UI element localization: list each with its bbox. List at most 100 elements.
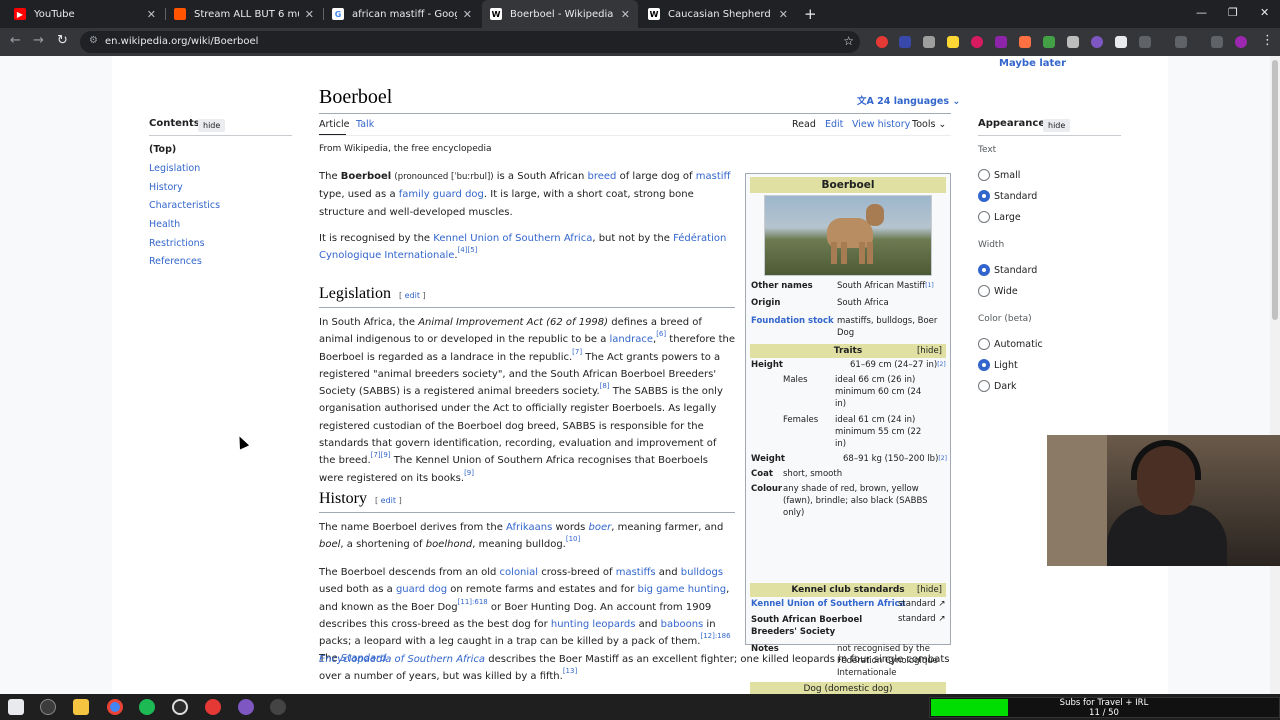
media-icon[interactable] [1211, 36, 1223, 48]
traits-band: Traits [hide] [750, 344, 946, 358]
history-paragraph-1: The name Boerboel derives from the Afrik… [319, 522, 724, 551]
page-scrollbar[interactable] [1270, 56, 1280, 694]
tab-google-search[interactable]: G african mastiff - Google Search ✕ [324, 0, 480, 28]
search-icon[interactable] [40, 699, 56, 715]
section-heading-legislation: Legislation[ edit ] [319, 285, 426, 302]
kusa-link[interactable]: Kennel Union of Southern Africa [751, 599, 905, 609]
tab-talk[interactable]: Talk [356, 119, 374, 130]
toc-item-restrictions[interactable]: Restrictions [149, 238, 205, 249]
site-info-icon[interactable]: ⚙ [89, 35, 98, 46]
menu-icon[interactable]: ⋮ [1261, 33, 1274, 48]
toc-item-top[interactable]: (Top) [149, 144, 176, 155]
extension-icon[interactable] [1019, 36, 1031, 48]
avatar[interactable] [1235, 36, 1247, 48]
app-icon[interactable] [270, 699, 286, 715]
maybe-later-link[interactable]: Maybe later [999, 58, 1066, 69]
extension-icon[interactable] [971, 36, 983, 48]
google-icon: G [332, 8, 344, 20]
maximize-icon[interactable]: ❐ [1228, 6, 1238, 19]
notes-value: not recognised by the Fédération Cynolog… [837, 644, 938, 678]
tab-view-history[interactable]: View history [852, 119, 910, 130]
toc-item-history[interactable]: History [149, 182, 183, 193]
extension-icon[interactable] [876, 36, 888, 48]
subs-goal-fill [931, 699, 1008, 716]
language-selector[interactable]: 文A 24 languages ⌄ [857, 93, 960, 107]
toc-item-references[interactable]: References [149, 256, 202, 267]
radio-width-wide[interactable] [978, 285, 990, 297]
discord-icon[interactable] [238, 699, 254, 715]
extension-icon[interactable] [923, 36, 935, 48]
radio-text-small[interactable] [978, 169, 990, 181]
minimize-icon[interactable]: — [1196, 6, 1207, 19]
close-icon[interactable]: ✕ [305, 8, 314, 21]
boerboel-photo[interactable] [764, 195, 932, 276]
forward-icon[interactable]: → [33, 33, 44, 48]
close-icon[interactable]: ✕ [463, 8, 472, 21]
external-link-icon: ↗ [938, 614, 946, 624]
reload-icon[interactable]: ↻ [57, 33, 68, 48]
radio-color-dark[interactable] [978, 380, 990, 392]
tab-read[interactable]: Read [792, 119, 816, 130]
tab-caucasian-shepherd[interactable]: W Caucasian Shepherd Dog - Wiki ✕ [640, 0, 796, 28]
browser-toolbar: ← → ↻ ⚙ en.wikipedia.org/wiki/Boerboel ☆… [0, 28, 1280, 56]
translate-icon: 文A [857, 96, 878, 107]
close-icon[interactable]: ✕ [779, 8, 788, 21]
traits-hide-button[interactable]: [hide] [917, 344, 942, 358]
radio-color-automatic[interactable] [978, 338, 990, 350]
toc-hide-button[interactable]: hide [198, 119, 226, 132]
sabbs-standard-link[interactable]: standard ↗ [898, 613, 946, 625]
toc-item-health[interactable]: Health [149, 219, 180, 230]
extension-icon[interactable] [899, 36, 911, 48]
extensions-puzzle-icon[interactable] [1139, 36, 1151, 48]
obs-icon[interactable] [172, 699, 188, 715]
external-link-icon: ↗ [938, 599, 946, 609]
back-icon[interactable]: ← [10, 33, 21, 48]
kennel-hide-button[interactable]: [hide] [917, 583, 942, 597]
side-panel-icon[interactable] [1175, 36, 1187, 48]
tools-menu[interactable]: Tools ⌄ [912, 119, 946, 130]
edit-section-link[interactable]: edit [381, 496, 396, 505]
toc-item-legislation[interactable]: Legislation [149, 163, 200, 174]
intro-paragraph-2: It is recognised by the Kennel Union of … [319, 233, 727, 262]
extension-icon[interactable] [1067, 36, 1079, 48]
close-icon[interactable]: ✕ [621, 8, 630, 21]
foundation-stock-link[interactable]: Foundation stock [751, 316, 834, 326]
youtube-icon: ▶ [14, 8, 26, 20]
spotify-icon[interactable] [139, 699, 155, 715]
radio-text-large[interactable] [978, 211, 990, 223]
new-tab-icon[interactable]: + [804, 5, 817, 23]
tab-boerboel-wikipedia[interactable]: W Boerboel - Wikipedia ✕ [482, 0, 638, 28]
extension-icon[interactable] [1115, 36, 1127, 48]
extension-icon[interactable] [1091, 36, 1103, 48]
tab-bar: ▶ YouTube ✕ Stream ALL BUT 6 music | Li … [0, 0, 1280, 28]
radio-width-standard[interactable] [978, 264, 990, 276]
wikipedia-icon: W [490, 8, 502, 20]
toc-item-characteristics[interactable]: Characteristics [149, 200, 220, 211]
radio-color-light[interactable] [978, 359, 990, 371]
tab-edit[interactable]: Edit [825, 119, 843, 130]
scrollbar-thumb[interactable] [1272, 60, 1278, 320]
tab-article[interactable]: Article [319, 119, 349, 130]
file-explorer-icon[interactable] [73, 699, 89, 715]
kusa-standard-link[interactable]: standard ↗ [898, 598, 946, 610]
windows-start-icon[interactable] [8, 699, 24, 715]
address-bar[interactable]: ⚙ en.wikipedia.org/wiki/Boerboel ☆ [80, 31, 860, 53]
radio-text-standard[interactable] [978, 190, 990, 202]
toc-title: Contents [149, 118, 200, 129]
weight-value: 68–91 kg (150–200 lb)[2] [843, 454, 947, 464]
wikipedia-icon: W [648, 8, 660, 20]
legislation-paragraph: In South Africa, the Animal Improvement … [319, 317, 736, 484]
tab-youtube[interactable]: ▶ YouTube ✕ [6, 0, 164, 28]
tab-stream[interactable]: Stream ALL BUT 6 music | Li ✕ [166, 0, 322, 28]
extension-icon[interactable] [995, 36, 1007, 48]
chrome-icon[interactable] [107, 699, 123, 715]
extension-icon[interactable] [1043, 36, 1055, 48]
bookmark-star-icon[interactable]: ☆ [843, 34, 854, 48]
pokeball-icon[interactable] [205, 699, 221, 715]
edit-section-link[interactable]: edit [405, 291, 420, 300]
other-names-value: South African Mastiff[1] [837, 281, 934, 291]
appearance-hide-button[interactable]: hide [1043, 119, 1071, 132]
close-icon[interactable]: ✕ [147, 8, 156, 21]
close-window-icon[interactable]: ✕ [1260, 6, 1269, 19]
extension-icon[interactable] [947, 36, 959, 48]
